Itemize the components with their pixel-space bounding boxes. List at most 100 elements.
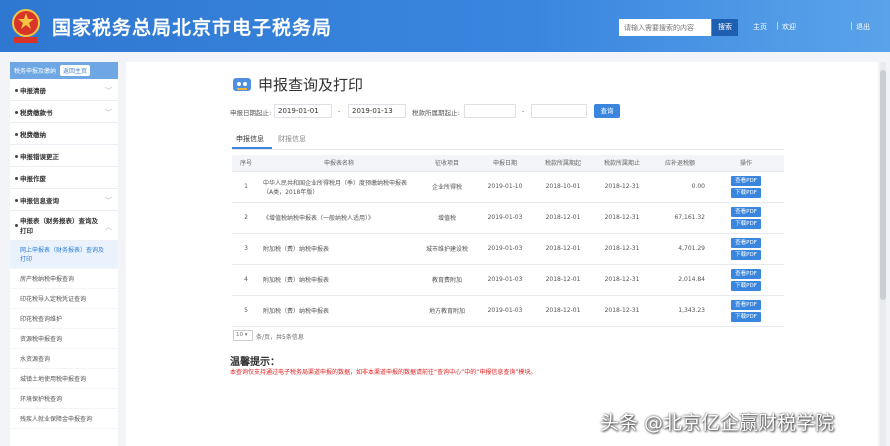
operation-cell: 查看PDF 下载PDF <box>708 202 784 234</box>
sidebar-subitem-env-tax[interactable]: 环境保护税查询 <box>10 389 118 409</box>
table-row: 2 《增值税纳税申报表（一般纳税人适用）》 增值税 2019-01-03 201… <box>232 202 784 234</box>
home-link[interactable]: 主页 <box>753 22 767 32</box>
operation-cell: 查看PDF 下载PDF <box>708 171 784 203</box>
view-pdf-button[interactable]: 查看PDF <box>731 175 761 186</box>
bullet-icon <box>15 177 18 180</box>
main-panel: 申报查询及打印 申报日期起止: 2019-01-01 - 2019-01-13 … <box>126 62 878 446</box>
period-from-input[interactable] <box>464 104 516 118</box>
period-to-input[interactable] <box>531 104 587 118</box>
sidebar-item-info-query[interactable]: 申报信息查询 ﹀ <box>10 189 118 211</box>
return-home-button[interactable]: 返回主页 <box>60 65 91 76</box>
bullet-icon <box>15 199 18 202</box>
bullet-icon <box>15 89 18 92</box>
tab-financial-info[interactable]: 财报信息 <box>278 134 306 144</box>
top-header: 国家税务总局北京市电子税务局 搜索 主页 | 欢迎 | 退出 <box>0 0 890 52</box>
column-header: 税款所属期起 <box>534 155 592 172</box>
period-range-dash: - <box>522 107 525 115</box>
view-pdf-button[interactable]: 查看PDF <box>731 206 761 217</box>
view-pdf-button[interactable]: 查看PDF <box>731 268 761 279</box>
column-header: 申报表名称 <box>260 155 418 172</box>
chevron-down-icon: ﹀ <box>105 109 112 117</box>
download-pdf-button[interactable]: 下载PDF <box>731 280 761 291</box>
operation-cell: 查看PDF 下载PDF <box>708 295 784 327</box>
sidebar-subitem-resource-tax[interactable]: 资源税申报查询 <box>10 329 118 349</box>
tips-title: 温馨提示： <box>230 357 280 368</box>
period-range-label: 税款所属期起止: <box>412 109 460 117</box>
tab-declaration-info[interactable]: 申报信息 <box>236 134 264 144</box>
period-to: 2018-12-31 <box>592 264 652 296</box>
column-header: 税款所属期止 <box>592 155 652 172</box>
welcome-text: 欢迎 <box>782 23 796 31</box>
period-to: 2018-12-31 <box>592 233 652 265</box>
report-name: 附加税（费）纳税申报表 <box>260 233 418 265</box>
sidebar-item-correction[interactable]: 申报错误更正 <box>10 145 118 167</box>
sidebar-subitem-land-use[interactable]: 城镇土地使用税申报查询 <box>10 369 118 389</box>
view-pdf-button[interactable]: 查看PDF <box>731 299 761 310</box>
chevron-down-icon: ﹀ <box>105 87 112 95</box>
sidebar-item-report-print[interactable]: 申报表（财务报表）查询及打印 ︿ <box>10 211 118 241</box>
sidebar-subitem-online-report[interactable]: 网上申报表（财务报表）查询及打印 <box>10 241 118 269</box>
row-number: 2 <box>232 202 260 234</box>
tax-item: 教育费附加 <box>418 264 476 296</box>
sidebar-item-tax-payment[interactable]: 税费缴纳 <box>10 123 118 145</box>
sidebar: 税务申报及缴纳 返回主页 申报清册 ﹀ 税费缴款书 ﹀ 税费缴纳 申报错误更正 申报… <box>10 62 118 446</box>
sidebar-item-tax-payment-slip[interactable]: 税费缴款书 ﹀ <box>10 101 118 123</box>
report-cloud-icon <box>233 78 251 91</box>
period-to: 2018-12-31 <box>592 171 652 203</box>
chevron-down-icon: ﹀ <box>105 197 112 205</box>
site-title: 国家税务总局北京市电子税务局 <box>52 17 333 39</box>
row-number: 4 <box>232 264 260 296</box>
table-row: 5 附加税（费）纳税申报表 地方教育附加 2019-01-03 2018-12-… <box>232 295 784 327</box>
search-input[interactable] <box>619 19 711 36</box>
header-separator: | <box>776 21 779 30</box>
row-number: 5 <box>232 295 260 327</box>
bullet-icon <box>15 155 18 158</box>
watermark: 头条 @北京亿企赢财税学院 <box>600 412 835 434</box>
column-header: 序号 <box>232 155 260 172</box>
date-from-input[interactable]: 2019-01-01 <box>274 104 332 118</box>
page-size-select[interactable]: 10 ▾ <box>233 330 253 341</box>
tax-item: 增值税 <box>418 202 476 234</box>
table-header-row: 序号 申报表名称 征收项目 申报日期 税款所属期起 税款所属期止 应补退税额 操… <box>232 155 784 172</box>
bullet-icon <box>15 133 18 136</box>
report-name: 《增值税纳税申报表（一般纳税人适用）》 <box>260 202 418 234</box>
date-range-label: 申报日期起止: <box>230 109 272 117</box>
download-pdf-button[interactable]: 下载PDF <box>731 249 761 260</box>
tax-item: 城市维护建设税 <box>418 233 476 265</box>
declare-date: 2019-01-03 <box>476 202 534 234</box>
tax-item: 地方教育附加 <box>418 295 476 327</box>
chevron-up-icon: ︿ <box>105 223 112 231</box>
query-button[interactable]: 查询 <box>594 104 620 118</box>
sidebar-subitem-property-tax[interactable]: 房产税纳税申报查询 <box>10 269 118 289</box>
period-from: 2018-12-01 <box>534 202 592 234</box>
declare-date: 2019-01-03 <box>476 233 534 265</box>
download-pdf-button[interactable]: 下载PDF <box>731 311 761 322</box>
sidebar-subitem-stamp-import[interactable]: 印花税导入定税凭证查询 <box>10 289 118 309</box>
sidebar-subitem-disabled-fund[interactable]: 残疾人就业保障金申报查询 <box>10 409 118 429</box>
period-from: 2018-12-01 <box>534 295 592 327</box>
bullet-icon <box>15 224 18 227</box>
search-button[interactable]: 搜索 <box>712 19 738 36</box>
scrollbar-thumb[interactable] <box>880 70 886 300</box>
sidebar-item-void[interactable]: 申报作废 <box>10 167 118 189</box>
row-number: 1 <box>232 171 260 203</box>
tax-amount: 4,701.29 <box>652 233 708 265</box>
download-pdf-button[interactable]: 下载PDF <box>731 187 761 198</box>
view-pdf-button[interactable]: 查看PDF <box>731 237 761 248</box>
report-name: 附加税（费）纳税申报表 <box>260 264 418 296</box>
column-header: 操作 <box>708 155 784 172</box>
pager-summary: 条/页，共5条信息 <box>256 334 304 341</box>
declare-date: 2019-01-03 <box>476 295 534 327</box>
period-from: 2018-12-01 <box>534 264 592 296</box>
bullet-icon <box>15 111 18 114</box>
download-pdf-button[interactable]: 下载PDF <box>731 218 761 229</box>
sidebar-item-declaration-list[interactable]: 申报清册 ﹀ <box>10 79 118 101</box>
logout-link[interactable]: 退出 <box>856 22 870 32</box>
sidebar-subitem-water[interactable]: 水资源查询 <box>10 349 118 369</box>
table-row: 1 中华人民共和国企业所得税月（季）度预缴纳税申报表（A类，2018年版） 企业… <box>232 171 784 203</box>
date-to-input[interactable]: 2019-01-13 <box>348 104 406 118</box>
row-number: 3 <box>232 233 260 265</box>
period-from: 2018-10-01 <box>534 171 592 203</box>
sidebar-subitem-stamp-query[interactable]: 印花税查询维护 <box>10 309 118 329</box>
declare-date: 2019-01-03 <box>476 264 534 296</box>
